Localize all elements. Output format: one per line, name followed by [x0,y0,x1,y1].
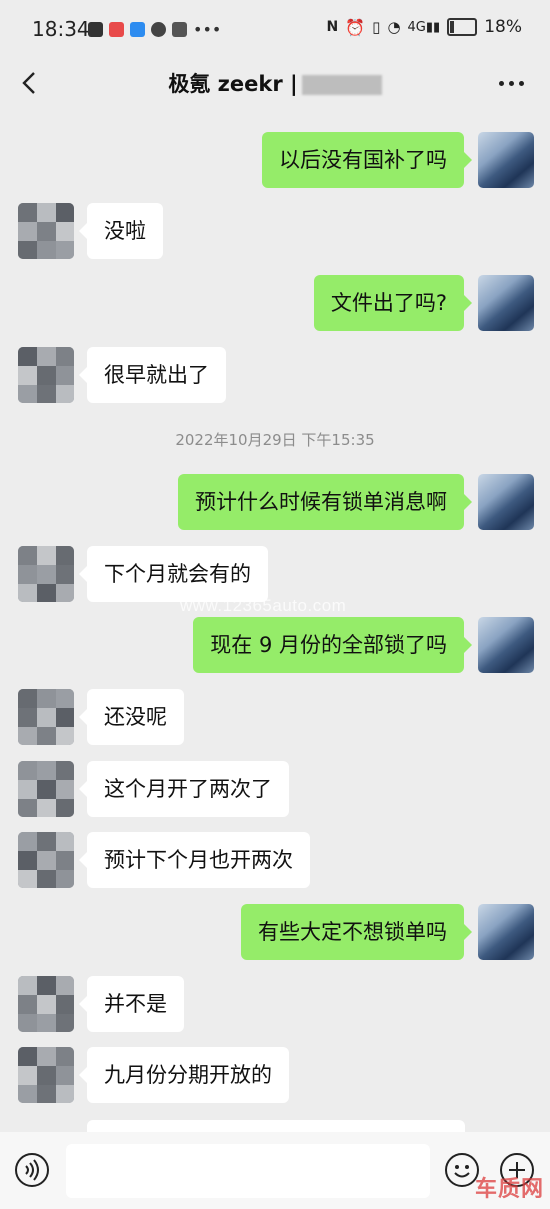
nfc-icon: N [326,19,339,35]
contact-message-bubble[interactable]: 九月份分期开放的 [79,1047,289,1103]
my-message-bubble[interactable]: 以后没有国补了吗 [262,132,472,188]
contact-avatar[interactable] [18,546,74,602]
chat-title-text: 极氪 zeekr | [168,72,298,96]
app-notification-icon [88,22,103,37]
contact-avatar[interactable] [18,761,74,817]
my-avatar[interactable] [478,904,534,960]
vibrate-icon: ▯ [372,18,381,36]
battery-percent: 18% [484,17,522,37]
system-icons: N ⏰ ▯ ◔ 4G▮▮ 18% [327,17,522,37]
alarm-icon: ⏰ [345,17,366,37]
alipay-notification-icon [172,22,187,37]
wifi-icon: ◔ [387,18,401,36]
contact-message-bubble[interactable]: 没啦 [79,203,163,259]
my-message-bubble[interactable]: 有些大定不想锁单吗 [241,904,472,960]
contact-avatar[interactable] [18,976,74,1032]
contact-message-bubble[interactable]: 还没呢 [79,689,184,745]
my-avatar[interactable] [478,617,534,673]
timestamp: 2022年10月29日 下午15:35 [175,431,375,449]
app-notification-icon [109,22,124,37]
contact-message-bubble[interactable]: 这个月开了两次了 [79,761,289,817]
my-avatar[interactable] [478,474,534,530]
my-message-bubble[interactable]: 预计什么时候有锁单消息啊 [178,474,472,530]
voice-icon[interactable] [14,1152,50,1188]
contact-message-bubble[interactable]: 下个月就会有的 [79,546,268,602]
chat-header: 极氪 zeekr | [0,58,550,108]
contact-avatar[interactable] [18,203,74,259]
my-avatar[interactable] [478,132,534,188]
chat-title: 极氪 zeekr | [0,68,550,98]
my-avatar[interactable] [478,275,534,331]
status-time: 18:34 [32,17,90,41]
contact-message-bubble[interactable]: 并不是 [79,976,184,1032]
contact-avatar[interactable] [18,1047,74,1103]
message-input[interactable] [66,1144,430,1198]
signal-icon: 4G▮▮ [407,19,441,35]
watermark: www.12365auto.com [180,596,347,615]
contact-message-bubble[interactable]: 预计下个月也开两次 [79,832,310,888]
contact-avatar[interactable] [18,689,74,745]
site-logo: 车质网 [475,1171,544,1203]
my-message-bubble[interactable]: 文件出了吗? [313,275,473,331]
my-message-bubble[interactable]: 现在 9 月份的全部锁了吗 [193,617,472,673]
app-notification-icon [130,22,145,37]
battery-fill [450,21,455,33]
status-bar: 18:34 ••• N ⏰ ▯ ◔ 4G▮▮ 18% [0,0,550,58]
input-bar: 车质网 [0,1132,550,1209]
chat-notification-icon [151,22,166,37]
contact-message-bubble[interactable]: 很早就出了 [79,347,226,403]
more-notifications-icon: ••• [193,20,222,39]
contact-avatar[interactable] [18,832,74,888]
blurred-name [301,75,382,95]
notification-icons: ••• [88,20,221,39]
logo-text: 车质网 [474,1177,544,1202]
contact-avatar[interactable] [18,347,74,403]
more-dots-icon[interactable] [499,81,524,86]
battery-icon [447,18,478,36]
